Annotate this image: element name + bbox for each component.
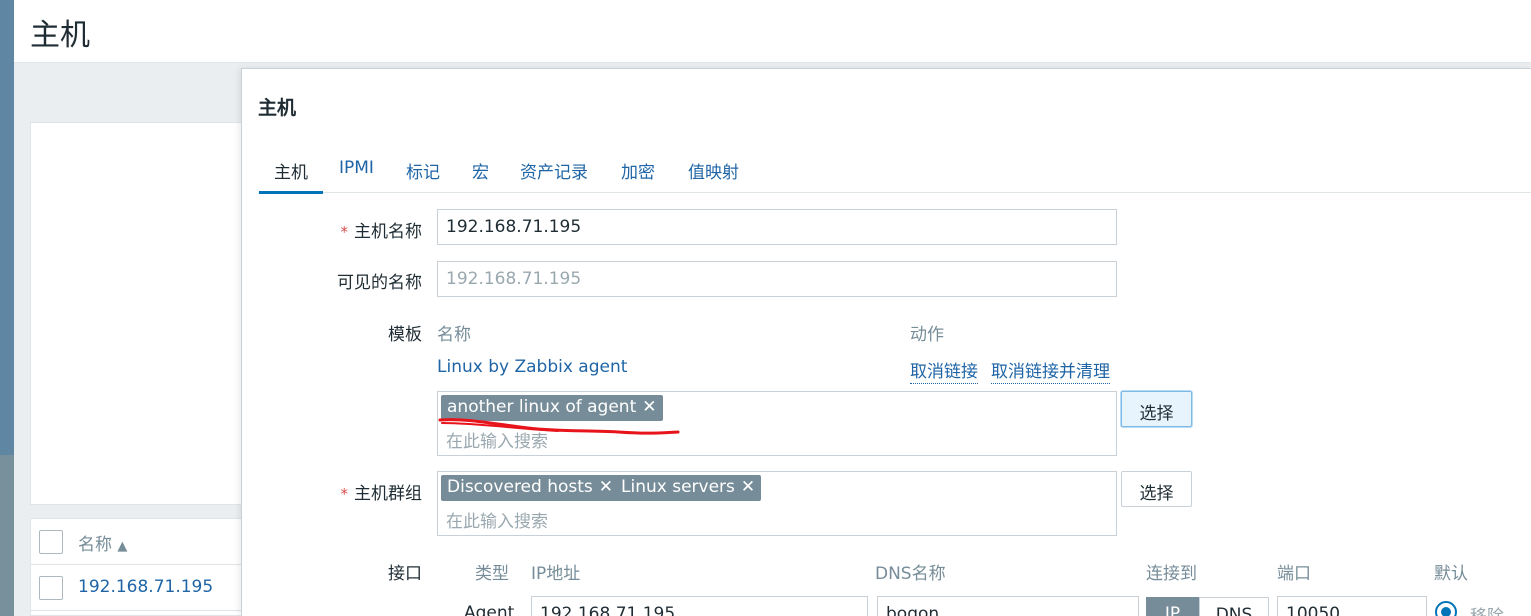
tab-tags[interactable]: 标记: [406, 155, 440, 193]
host-group-chip: Discovered hosts ✕: [441, 475, 620, 501]
visible-name-label: 可见的名称: [337, 273, 422, 293]
interfaces-label: 接口: [388, 564, 422, 584]
page-title: 主机: [30, 18, 90, 53]
dialog-tabs: 主机 IPMI 标记 宏 资产记录 加密 值映射: [258, 155, 1531, 194]
interfaces-col-ip: IP地址: [531, 564, 581, 584]
tab-host[interactable]: 主机: [259, 155, 323, 194]
interfaces-col-default: 默认: [1434, 564, 1468, 584]
table-header-row: 名称 ▲: [31, 519, 261, 565]
templates-select-button[interactable]: 选择: [1121, 391, 1192, 427]
tab-ipmi[interactable]: IPMI: [339, 155, 374, 193]
page-header: 主机: [14, 0, 1531, 63]
chip-remove-icon[interactable]: ✕: [599, 477, 613, 497]
host-groups-select-button[interactable]: 选择: [1121, 471, 1192, 507]
templates-col-name: 名称: [437, 325, 471, 345]
interface-type-label: Agent: [464, 603, 515, 616]
unlink-link[interactable]: 取消链接: [910, 357, 978, 384]
background-filter-panel: [30, 122, 260, 505]
column-header-name[interactable]: 名称 ▲: [78, 530, 127, 555]
remove-interface-link[interactable]: 移除: [1470, 602, 1504, 616]
dialog-title: 主机: [258, 97, 297, 119]
interfaces-col-port: 端口: [1277, 564, 1311, 584]
host-group-chip: Linux servers ✕: [615, 475, 762, 501]
chip-remove-icon[interactable]: ✕: [741, 477, 755, 497]
left-sidebar-strip: [0, 0, 14, 616]
row-checkbox[interactable]: [39, 576, 63, 600]
interface-ip-input[interactable]: 192.168.71.195: [531, 596, 868, 616]
left-sidebar-strip-lower: [0, 455, 14, 616]
host-name-label: * 主机名称: [302, 217, 423, 242]
templates-col-action: 动作: [910, 325, 944, 345]
host-group-chip-label: Linux servers: [621, 477, 735, 497]
host-groups-label: * 主机群组: [302, 479, 423, 504]
tab-macros[interactable]: 宏: [472, 155, 489, 193]
interface-port-input[interactable]: 10050: [1277, 596, 1427, 616]
host-group-chip-label: Discovered hosts: [447, 477, 593, 497]
interfaces-col-connect: 连接到: [1146, 564, 1197, 584]
tab-inventory[interactable]: 资产记录: [520, 155, 588, 193]
linked-template-link[interactable]: Linux by Zabbix agent: [437, 357, 627, 377]
host-groups-search-input[interactable]: 在此输入搜索: [446, 507, 548, 532]
required-mark: *: [340, 485, 349, 503]
tab-encryption[interactable]: 加密: [621, 155, 655, 193]
unlink-and-clear-link[interactable]: 取消链接并清理: [991, 357, 1110, 384]
host-edit-dialog: 主机 主机 IPMI 标记 宏 资产记录 加密 值映射 * 主机名称 192.16…: [241, 68, 1531, 616]
background-host-table: 名称 ▲ 192.168.71.195: [30, 518, 261, 616]
select-all-checkbox[interactable]: [39, 530, 63, 554]
sort-asc-icon: ▲: [117, 539, 128, 554]
interfaces-col-dns: DNS名称: [875, 564, 946, 584]
tab-value-mapping[interactable]: 值映射: [688, 155, 739, 193]
connect-to-ip-toggle[interactable]: IP: [1146, 597, 1199, 616]
interfaces-col-type: 类型: [475, 564, 509, 584]
visible-name-input[interactable]: 192.168.71.195: [437, 261, 1117, 297]
host-groups-label-text: 主机群组: [354, 484, 422, 504]
host-name-label-text: 主机名称: [354, 222, 422, 242]
red-annotation-underline: [438, 418, 680, 435]
connect-to-dns-toggle[interactable]: DNS: [1199, 597, 1269, 616]
interface-dns-input[interactable]: bogon: [877, 596, 1139, 616]
table-row: 192.168.71.195: [31, 565, 261, 611]
host-name-input[interactable]: 192.168.71.195: [437, 209, 1117, 245]
host-groups-multiselect[interactable]: Discovered hosts ✕ Linux servers ✕ 在此输入搜索: [437, 471, 1117, 536]
host-link[interactable]: 192.168.71.195: [78, 577, 213, 597]
required-mark: *: [340, 223, 349, 241]
default-interface-radio[interactable]: [1435, 601, 1457, 616]
templates-label: 模板: [388, 325, 422, 345]
column-header-name-label: 名称: [78, 535, 112, 555]
